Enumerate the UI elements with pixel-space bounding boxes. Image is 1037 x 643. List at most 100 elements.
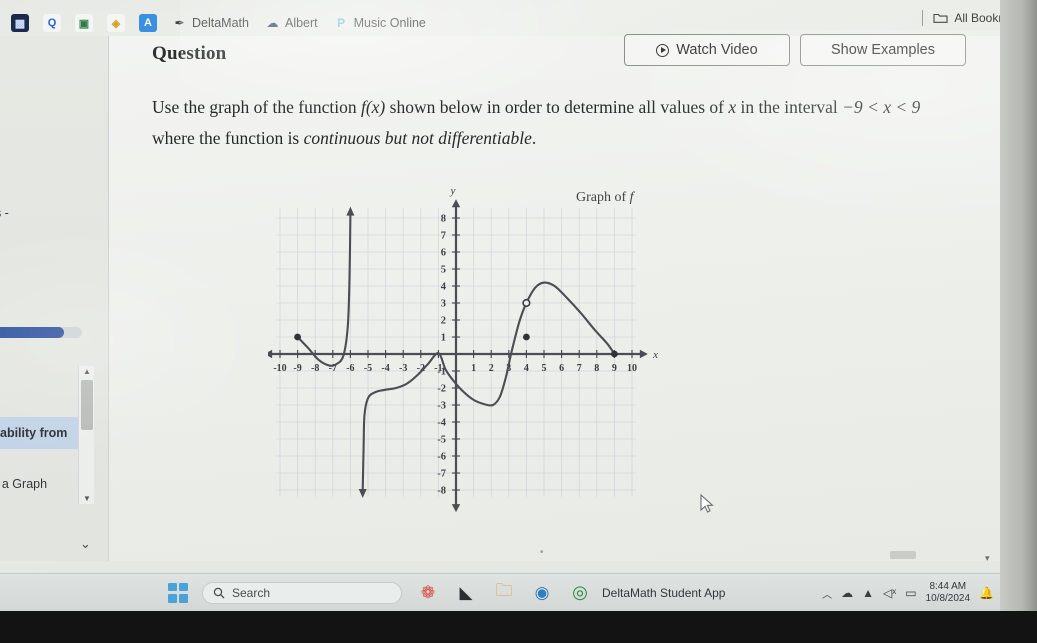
page-footer-dot: • (540, 547, 544, 558)
scroll-down-arrow-icon[interactable]: ▼ (83, 494, 91, 503)
svg-text:10: 10 (627, 363, 637, 374)
prompt-interval: −9 < x < 9 (842, 97, 921, 117)
taskbar-app-explorer-dark[interactable]: ◣ (454, 581, 478, 605)
taskbar-app-photos[interactable]: ❁ (416, 581, 440, 605)
screen-bezel-right (1000, 0, 1037, 612)
show-hidden-icons-chevron[interactable]: ︿ (822, 586, 832, 601)
bookmark-label: Albert (284, 16, 318, 30)
prompt-text-d: interval (784, 97, 843, 117)
sidebar-scrollbar[interactable]: ▲ ▼ (78, 366, 94, 504)
taskbar-app-chrome[interactable]: ◎ (568, 581, 592, 605)
breadcrumb: es - (0, 206, 9, 220)
svg-text:1: 1 (471, 363, 476, 374)
bookmark-icon-a[interactable]: A (139, 14, 157, 32)
svg-text:-5: -5 (364, 363, 372, 374)
svg-text:-2: -2 (437, 384, 446, 395)
sidebar-item-selected[interactable]: ability from (0, 417, 80, 449)
closed-point-jump (523, 333, 530, 341)
branch-middle (358, 281, 616, 498)
svg-text:-10: -10 (273, 363, 286, 374)
svg-text:8: 8 (594, 363, 599, 374)
question-action-buttons: Watch Video Show Examples (624, 34, 966, 66)
svg-text:8: 8 (441, 214, 446, 225)
svg-text:-8: -8 (437, 486, 446, 497)
question-prompt: Use the graph of the function f(x) shown… (152, 92, 942, 154)
wifi-icon[interactable]: ▲ (862, 586, 874, 600)
closed-point-right-endpoint (611, 350, 618, 358)
search-placeholder: Search (232, 585, 271, 600)
svg-text:5: 5 (441, 265, 446, 276)
closed-point-left-endpoint (294, 333, 301, 341)
bookmark-icon-yellow[interactable]: ◈ (107, 14, 125, 32)
notification-bell-icon[interactable]: 🔔 (979, 586, 994, 600)
watch-video-button[interactable]: Watch Video (624, 34, 790, 66)
taskbar-app-file-explorer[interactable]: 🗀 (492, 581, 516, 605)
bookmark-albert[interactable]: ☁ Albert (257, 14, 326, 33)
x-axis-label: x (652, 349, 658, 361)
onedrive-icon[interactable]: ☁ (841, 586, 853, 600)
watch-video-label: Watch Video (676, 42, 758, 58)
active-window-label[interactable]: DeltaMath Student App (602, 586, 725, 600)
cloud-icon: ☁ (266, 16, 279, 30)
windows-start-icon[interactable] (168, 582, 188, 603)
ui-pill (890, 551, 916, 559)
battery-icon[interactable]: ▭ (905, 586, 916, 600)
divider (922, 10, 924, 26)
svg-text:-4: -4 (381, 363, 389, 374)
svg-text:5: 5 (542, 363, 547, 374)
scrollbar-thumb[interactable] (81, 380, 93, 430)
progress-bar (0, 327, 82, 338)
screen-bezel-bottom (0, 611, 1037, 643)
function-graph: Graph of f -10 -9 -8 -7 -6 -5 -4 -3 -2 -1 1 2 3 4 5 6 7 8… (268, 178, 674, 520)
svg-text:-3: -3 (399, 363, 407, 374)
bookmark-icon-dm[interactable]: ▩ (11, 14, 29, 32)
axes (268, 199, 648, 513)
dropdown-caret-icon[interactable]: ▾ (985, 553, 990, 564)
sidebar-item-3[interactable]: m a Graph (0, 477, 47, 491)
chevron-down-icon[interactable]: ⌄ (80, 536, 91, 552)
bookmark-label: DeltaMath (192, 16, 249, 30)
windows-taskbar: Search ❁ ◣ 🗀 ◉ ◎ DeltaMath Student App ︿… (0, 573, 1000, 611)
progress-fill (0, 327, 65, 338)
bookmark-deltamath[interactable]: ✒ DeltaMath (164, 14, 257, 33)
svg-text:4: 4 (441, 282, 447, 293)
scroll-up-arrow-icon[interactable]: ▲ (83, 367, 91, 376)
search-input[interactable]: Search (202, 581, 402, 604)
bookmark-music-online[interactable]: P Music Online (326, 14, 434, 33)
clock[interactable]: 8:44 AM 10/8/2024 (926, 581, 971, 605)
svg-text:-3: -3 (437, 401, 446, 412)
bookmark-icon-green[interactable]: ▣ (75, 14, 93, 32)
show-examples-button[interactable]: Show Examples (800, 34, 966, 66)
svg-text:7: 7 (441, 231, 446, 242)
prompt-emphasis: continuous but not differentiable (303, 128, 532, 148)
p-letter-icon: P (337, 16, 346, 30)
svg-text:2: 2 (489, 363, 494, 374)
mouse-pointer (700, 494, 714, 513)
bookmark-icon-q[interactable]: Q (43, 14, 61, 32)
page-title: Question (152, 43, 227, 64)
svg-text:1: 1 (441, 333, 446, 344)
laptop-screen: ▩ Q ▣ ◈ A ✒ DeltaMath ☁ Albert P Music O… (0, 0, 1037, 612)
svg-text:7: 7 (577, 363, 582, 374)
folder-icon (933, 13, 948, 23)
svg-text:6: 6 (559, 363, 564, 374)
svg-text:3: 3 (441, 299, 446, 310)
prompt-text-f: . (531, 128, 537, 148)
pen-icon: ✒ (174, 16, 185, 30)
prompt-text-a: Use the graph of the function (152, 97, 361, 117)
svg-text:4: 4 (524, 363, 529, 374)
show-examples-label: Show Examples (831, 42, 935, 58)
prompt-x: x (728, 97, 737, 117)
svg-text:-6: -6 (346, 363, 354, 374)
prompt-text-e: where the function is (152, 128, 304, 148)
svg-text:-6: -6 (437, 452, 446, 463)
volume-muted-icon[interactable]: ◁ˣ (883, 586, 896, 600)
photographed-screen: ▩ Q ▣ ◈ A ✒ DeltaMath ☁ Albert P Music O… (0, 0, 1037, 643)
taskbar-app-edge[interactable]: ◉ (530, 581, 554, 605)
svg-text:-8: -8 (311, 363, 319, 374)
course-sidebar: es - s ability from m a Graph ▲ ▼ ⌄ Log … (0, 36, 108, 587)
clock-time: 8:44 AM (929, 581, 967, 592)
svg-text:9: 9 (612, 363, 617, 374)
graph-svg: -10 -9 -8 -7 -6 -5 -4 -3 -2 -1 1 2 3 4 5 6 7 8 9 10-8-7-6-5… (268, 185, 658, 513)
search-icon (213, 587, 225, 598)
